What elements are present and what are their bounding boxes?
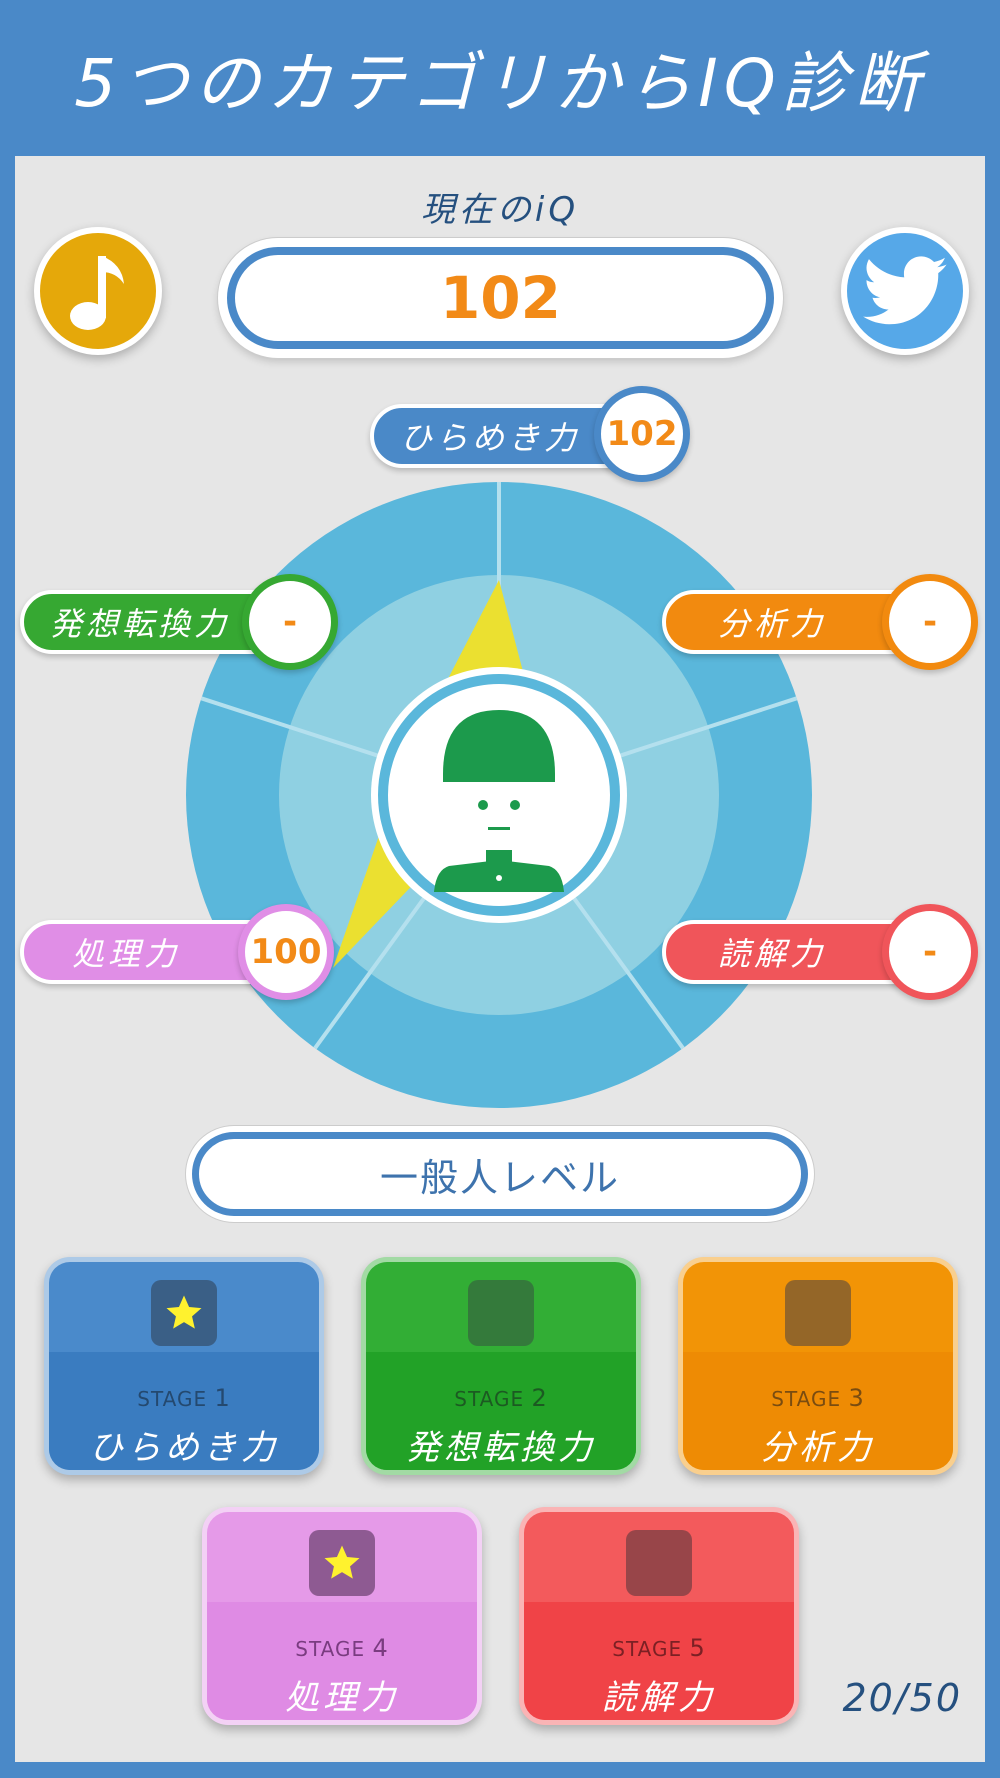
stage-5-button[interactable]: STAGE 5 読解力	[519, 1507, 799, 1725]
star-slot	[785, 1280, 851, 1346]
app-title: 5つのカテゴリからIQ診断	[74, 45, 926, 122]
stage-name: ひらめき力	[89, 1428, 279, 1468]
score-value: -	[282, 602, 298, 642]
stage-1-button[interactable]: STAGE 1 ひらめき力	[44, 1257, 324, 1475]
category-label: 処理力	[72, 935, 181, 973]
current-iq-label: 現在のiQ	[420, 190, 580, 230]
category-label: ひらめき力	[400, 419, 581, 457]
star-icon	[324, 1545, 360, 1579]
stage-number: 5	[689, 1634, 706, 1662]
level-box: 一般人レベル	[186, 1126, 814, 1222]
stage-number: 2	[531, 1384, 548, 1412]
score-value: -	[922, 602, 938, 642]
level-text: 一般人レベル	[192, 1132, 808, 1216]
stage-4-button[interactable]: STAGE 4 処理力	[202, 1507, 482, 1725]
score-value: 100	[250, 932, 322, 972]
category-label: 分析力	[718, 605, 827, 643]
category-label: 読解力	[718, 935, 827, 973]
stage-prefix: STAGE	[295, 1637, 366, 1661]
progress-counter: 20/50	[842, 1676, 962, 1720]
category-score-hirameki: 102	[594, 386, 690, 482]
star-slot	[468, 1280, 534, 1346]
twitter-bird-icon	[863, 256, 947, 325]
category-score-shori: 100	[238, 904, 334, 1000]
music-note-icon	[70, 256, 124, 330]
star-slot	[309, 1530, 375, 1596]
stage-prefix: STAGE	[137, 1387, 208, 1411]
star-slot	[151, 1280, 217, 1346]
star-slot	[626, 1530, 692, 1596]
music-button[interactable]	[34, 227, 162, 355]
current-iq-box: 102	[218, 238, 783, 358]
category-score-dokkai: -	[882, 904, 978, 1000]
category-score-bunseki: -	[882, 574, 978, 670]
stage-name: 発想転換力	[406, 1428, 596, 1468]
stage-number: 1	[214, 1384, 231, 1412]
current-iq-value: 102	[227, 247, 774, 349]
stage-2-button[interactable]: STAGE 2 発想転換力	[361, 1257, 641, 1475]
stage-3-button[interactable]: STAGE 3 分析力	[678, 1257, 958, 1475]
stage-number: 4	[372, 1634, 389, 1662]
score-value: -	[922, 932, 938, 972]
stage-name: 読解力	[602, 1678, 716, 1718]
category-score-hassou: -	[242, 574, 338, 670]
category-label: 発想転換力	[50, 605, 231, 643]
score-value: 102	[606, 414, 678, 454]
stage-number: 3	[848, 1384, 865, 1412]
stage-prefix: STAGE	[771, 1387, 842, 1411]
stage-name: 処理力	[285, 1678, 399, 1718]
stage-prefix: STAGE	[612, 1637, 683, 1661]
stage-name: 分析力	[761, 1428, 875, 1468]
twitter-share-button[interactable]	[841, 227, 969, 355]
star-icon	[166, 1295, 202, 1329]
stage-prefix: STAGE	[454, 1387, 525, 1411]
